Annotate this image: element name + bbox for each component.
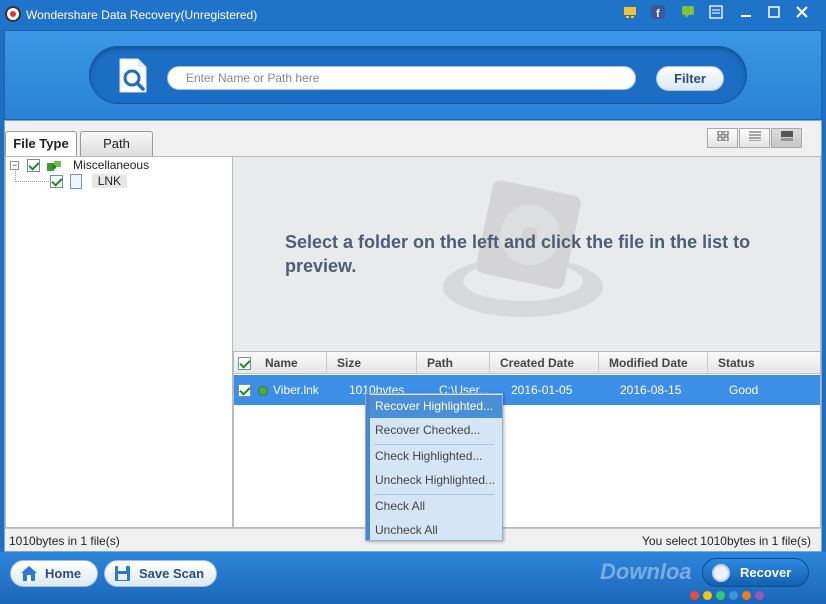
table-row[interactable]: Viber.lnk 1010bytes C:\User... 2016-01-0… <box>234 375 820 405</box>
recover-button[interactable]: Recover <box>702 558 809 587</box>
search-input[interactable] <box>167 66 636 90</box>
modified-date-cell: 2016-08-15 <box>620 383 682 397</box>
home-label: Home <box>45 566 82 581</box>
preview-pane: Select a folder on the left and click th… <box>233 156 821 351</box>
home-button[interactable]: Home <box>10 560 98 587</box>
search-bar: Filter <box>89 46 747 104</box>
bottom-bar: Home Save Scan Downloa Recover <box>0 552 826 604</box>
search-area: Filter <box>4 30 822 120</box>
column-created-date[interactable]: Created Date <box>490 352 599 374</box>
feedback-icon[interactable] <box>678 5 698 23</box>
column-status[interactable]: Status <box>708 352 820 374</box>
tree-item-miscellaneous[interactable]: − Miscellaneous <box>10 157 149 173</box>
watermark: Downloa <box>600 559 692 584</box>
column-name[interactable]: Name <box>255 352 327 374</box>
tab-file-type[interactable]: File Type <box>5 131 77 157</box>
svg-text:f: f <box>656 8 660 19</box>
minimize-icon[interactable] <box>736 5 756 23</box>
status-selected: You select 1010bytes in 1 file(s) <box>642 534 811 548</box>
row-checkbox[interactable] <box>238 384 251 398</box>
app-icon <box>5 6 21 22</box>
miscellaneous-checkbox[interactable] <box>27 159 41 173</box>
file-name-cell: Viber.lnk <box>258 375 319 405</box>
file-list-header: Name Size Path Created Date Modified Dat… <box>234 352 820 374</box>
lnk-checkbox[interactable] <box>50 175 63 189</box>
filter-button[interactable]: Filter <box>656 66 724 91</box>
created-date-cell: 2016-01-05 <box>511 383 573 397</box>
home-icon <box>20 565 38 582</box>
save-scan-button[interactable]: Save Scan <box>104 560 217 587</box>
maximize-icon[interactable] <box>764 5 784 23</box>
select-all-checkbox[interactable] <box>238 357 251 371</box>
file-icon <box>70 174 83 190</box>
tree-connector <box>15 181 49 182</box>
tab-path[interactable]: Path <box>80 131 153 156</box>
menu-item-check-all[interactable]: Check All <box>370 495 502 518</box>
column-modified-date[interactable]: Modified Date <box>599 352 708 374</box>
status-dot-icon <box>258 385 268 396</box>
status-cell: Good <box>729 383 759 397</box>
watermark-dots <box>690 589 768 603</box>
tree-item-lnk[interactable]: LNK <box>50 173 128 190</box>
recover-label: Recover <box>740 565 792 580</box>
save-icon <box>114 565 132 582</box>
menu-item-uncheck-highlighted[interactable]: Uncheck Highlighted... <box>370 469 502 492</box>
window-title: Wondershare Data Recovery(Unregistered) <box>26 8 258 22</box>
context-menu: Recover Highlighted... Recover Checked..… <box>365 393 503 541</box>
close-icon[interactable] <box>792 5 812 23</box>
recover-icon <box>712 564 730 582</box>
preview-message: Select a folder on the left and click th… <box>285 232 751 276</box>
file-type-tree: − Miscellaneous LNK <box>5 156 233 528</box>
file-list: Name Size Path Created Date Modified Dat… <box>233 351 821 528</box>
column-path[interactable]: Path <box>417 352 490 374</box>
menu-icon[interactable] <box>706 5 726 23</box>
save-scan-label: Save Scan <box>139 566 205 581</box>
menu-item-recover-checked[interactable]: Recover Checked... <box>370 419 502 442</box>
puzzle-icon <box>46 159 62 173</box>
file-name: Viber.lnk <box>273 383 319 397</box>
thumbnail-view-button[interactable] <box>707 128 738 148</box>
search-file-icon <box>114 56 152 96</box>
list-view-button[interactable] <box>739 128 770 148</box>
cart-icon[interactable] <box>620 5 640 23</box>
tree-item-label: Miscellaneous <box>73 158 150 172</box>
tree-item-label: LNK <box>91 174 128 188</box>
title-bar: Wondershare Data Recovery(Unregistered) … <box>0 0 826 30</box>
menu-item-recover-highlighted[interactable]: Recover Highlighted... <box>370 395 502 418</box>
preview-view-button[interactable] <box>771 128 802 148</box>
menu-item-uncheck-all[interactable]: Uncheck All <box>370 519 502 542</box>
collapse-icon[interactable]: − <box>10 161 19 171</box>
menu-item-check-highlighted[interactable]: Check Highlighted... <box>370 445 502 468</box>
status-total: 1010bytes in 1 file(s) <box>9 534 120 548</box>
column-size[interactable]: Size <box>327 352 417 374</box>
facebook-icon[interactable]: f <box>648 5 668 23</box>
